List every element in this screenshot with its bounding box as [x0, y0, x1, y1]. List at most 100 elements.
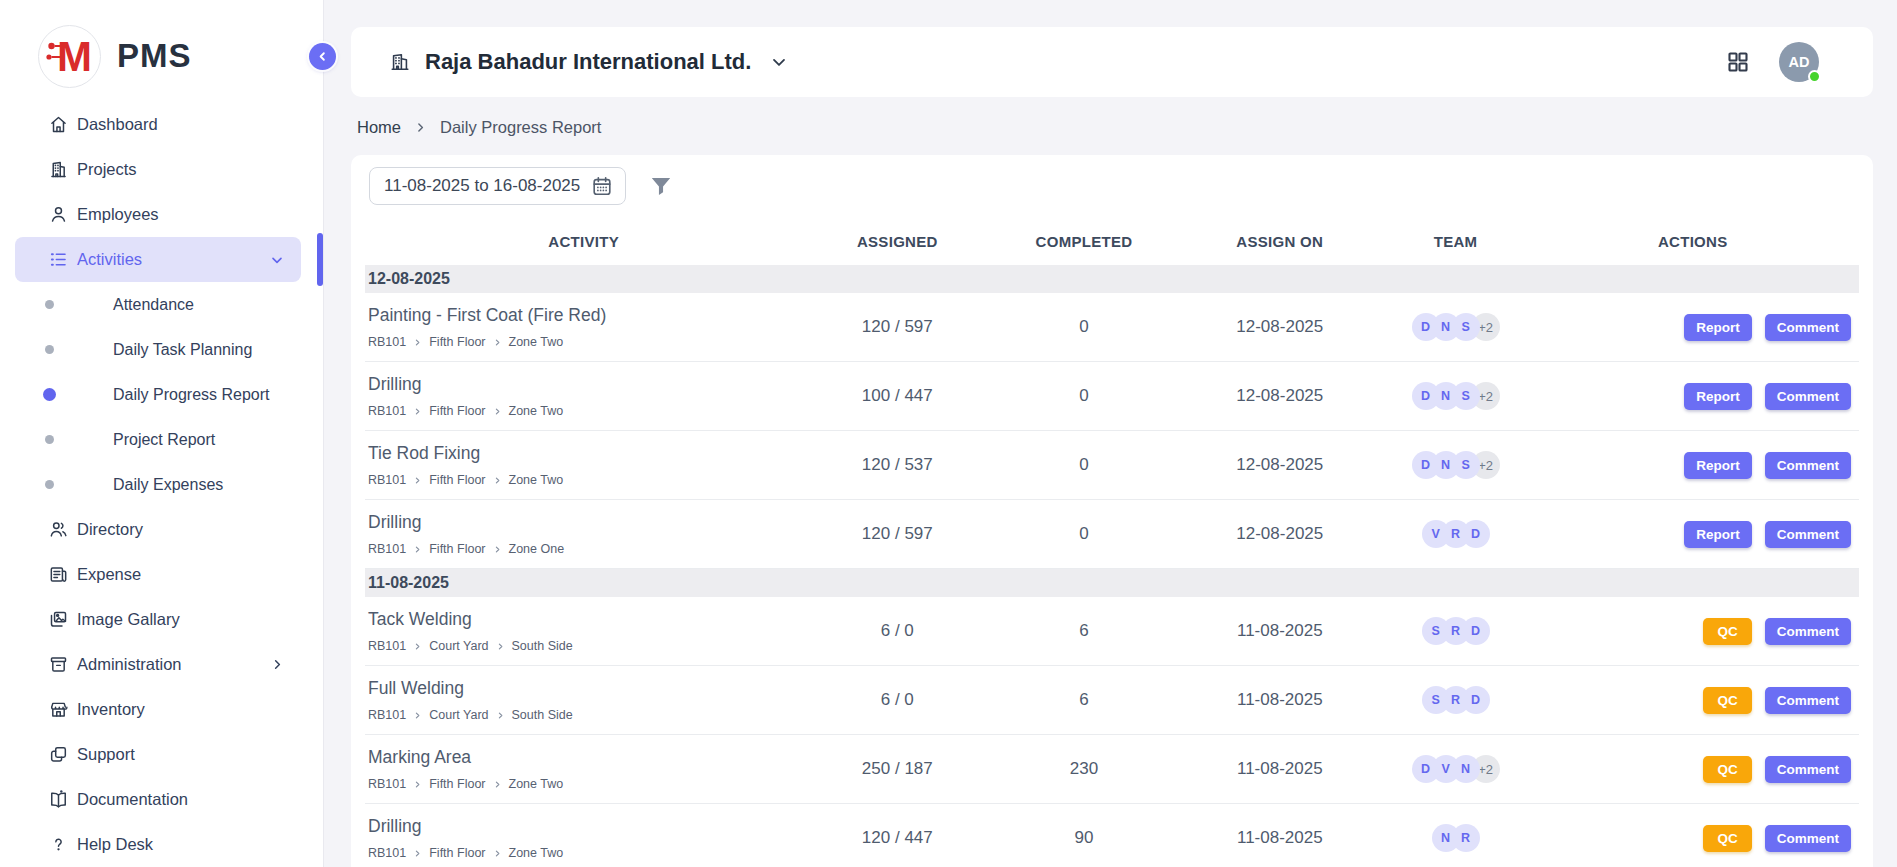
sidebar-item-documentation[interactable]: Documentation — [0, 777, 323, 822]
completed-value: 0 — [985, 524, 1183, 544]
sidebar-item-label: Help Desk — [77, 835, 153, 854]
sidebar-collapse-button[interactable] — [309, 43, 336, 70]
sidebar-item-label: Projects — [77, 160, 137, 179]
sidebar-item-help-desk[interactable]: Help Desk — [0, 822, 323, 867]
building-icon — [48, 159, 69, 180]
activity-path: RB101Fifth FloorZone Two — [368, 404, 799, 418]
sidebar-subitem-daily-expenses[interactable]: Daily Expenses — [0, 462, 323, 507]
qc-button[interactable]: QC — [1703, 618, 1751, 645]
activity-title: Painting - First Coat (Fire Red) — [368, 305, 799, 326]
sidebar-item-dashboard[interactable]: Dashboard — [0, 102, 323, 147]
qc-button[interactable]: QC — [1703, 756, 1751, 783]
date-range-input[interactable]: 11-08-2025 to 16-08-2025 — [369, 167, 626, 205]
avatar[interactable]: AD — [1779, 42, 1819, 82]
sidebar-subitem-label: Daily Task Planning — [113, 341, 252, 359]
completed-value: 6 — [985, 690, 1183, 710]
sidebar-item-inventory[interactable]: Inventory — [0, 687, 323, 732]
list-icon — [48, 249, 69, 270]
report-button[interactable]: Report — [1684, 314, 1752, 341]
activity-path: RB101Fifth FloorZone Two — [368, 473, 799, 487]
chevron-right-icon — [493, 338, 502, 347]
activity-path: RB101Fifth FloorZone One — [368, 542, 799, 556]
team-cell: SRD — [1377, 686, 1535, 714]
table-group-row: 12-08-2025 — [365, 265, 1859, 293]
chevron-right-icon — [493, 545, 502, 554]
qc-button[interactable]: QC — [1703, 687, 1751, 714]
report-button[interactable]: Report — [1684, 383, 1752, 410]
path-segment: Fifth Floor — [429, 404, 485, 418]
comment-button[interactable]: Comment — [1765, 756, 1851, 783]
activity-title: Marking Area — [368, 747, 799, 768]
group-date: 12-08-2025 — [368, 270, 450, 288]
path-segment: RB101 — [368, 404, 406, 418]
store-icon — [48, 699, 69, 720]
sidebar-subitem-attendance[interactable]: Attendance — [0, 282, 323, 327]
report-button[interactable]: Report — [1684, 521, 1752, 548]
completed-value: 230 — [985, 759, 1183, 779]
qc-button[interactable]: QC — [1703, 825, 1751, 852]
sidebar-subitem-daily-progress-report[interactable]: Daily Progress Report — [0, 372, 323, 417]
actions-cell: Report Comment — [1534, 314, 1859, 341]
filter-row: 11-08-2025 to 16-08-2025 — [365, 167, 1859, 205]
group-date: 11-08-2025 — [368, 574, 449, 592]
sidebar-item-projects[interactable]: Projects — [0, 147, 323, 192]
completed-value: 0 — [985, 386, 1183, 406]
sidebar-item-label: Dashboard — [77, 115, 158, 134]
comment-button[interactable]: Comment — [1765, 825, 1851, 852]
assign-on-value: 11-08-2025 — [1183, 828, 1377, 848]
sidebar-item-label: Activities — [77, 250, 142, 269]
comment-button[interactable]: Comment — [1765, 383, 1851, 410]
sidebar-item-employees[interactable]: Employees — [0, 192, 323, 237]
comment-button[interactable]: Comment — [1765, 521, 1851, 548]
chevron-down-icon — [769, 52, 789, 72]
chevron-right-icon — [413, 711, 422, 720]
actions-cell: QC Comment — [1534, 825, 1859, 852]
comment-button[interactable]: Comment — [1765, 687, 1851, 714]
filter-icon[interactable] — [648, 173, 674, 199]
comment-button[interactable]: Comment — [1765, 452, 1851, 479]
path-segment: South Side — [512, 639, 573, 653]
sidebar-item-label: Documentation — [77, 790, 188, 809]
comment-button[interactable]: Comment — [1765, 618, 1851, 645]
main-content: Raja Bahadur International Ltd. AD — [324, 0, 1897, 867]
assigned-value: 120 / 447 — [809, 828, 985, 848]
sidebar: M PMS DashboardProjectsEmployeesActiviti… — [0, 0, 324, 867]
chevron-right-icon — [496, 711, 505, 720]
sidebar-item-support[interactable]: Support — [0, 732, 323, 777]
sidebar-item-activities[interactable]: Activities — [0, 237, 323, 282]
path-segment: Court Yard — [429, 639, 488, 653]
apps-grid-icon[interactable] — [1726, 50, 1750, 74]
sidebar-subitem-project-report[interactable]: Project Report — [0, 417, 323, 462]
sidebar-item-directory[interactable]: Directory — [0, 507, 323, 552]
sidebar-item-administration[interactable]: Administration — [0, 642, 323, 687]
report-button[interactable]: Report — [1684, 452, 1752, 479]
breadcrumb-home[interactable]: Home — [357, 118, 401, 137]
table-header: ACTIVITYASSIGNEDCOMPLETEDASSIGN ONTEAMAC… — [365, 223, 1859, 259]
table-row: Full WeldingRB101Court YardSouth Side6 /… — [365, 666, 1859, 735]
sidebar-item-expense[interactable]: Expense — [0, 552, 323, 597]
sidebar-item-image-gallary[interactable]: Image Gallary — [0, 597, 323, 642]
company-selector[interactable]: Raja Bahadur International Ltd. — [389, 49, 789, 75]
sidebar-subitem-label: Project Report — [113, 431, 215, 449]
team-member-badge: S — [1422, 686, 1450, 714]
path-segment: Fifth Floor — [429, 335, 485, 349]
assigned-value: 120 / 537 — [809, 455, 985, 475]
assigned-value: 100 / 447 — [809, 386, 985, 406]
completed-value: 0 — [985, 455, 1183, 475]
activity-title: Drilling — [368, 816, 799, 837]
path-segment: South Side — [512, 708, 573, 722]
sidebar-item-label: Employees — [77, 205, 159, 224]
chevron-right-icon — [414, 121, 427, 134]
assign-on-value: 11-08-2025 — [1183, 759, 1377, 779]
activity-title: Tack Welding — [368, 609, 799, 630]
sidebar-subitem-daily-task-planning[interactable]: Daily Task Planning — [0, 327, 323, 372]
column-header-activity: ACTIVITY — [365, 233, 809, 250]
chevron-down-icon — [269, 252, 285, 268]
help-icon — [48, 834, 69, 855]
comment-button[interactable]: Comment — [1765, 314, 1851, 341]
table-row: Painting - First Coat (Fire Red)RB101Fif… — [365, 293, 1859, 362]
sidebar-item-label: Support — [77, 745, 135, 764]
table-row: DrillingRB101Fifth FloorZone One120 / 59… — [365, 500, 1859, 569]
assigned-value: 6 / 0 — [809, 621, 985, 641]
path-segment: Zone Two — [509, 846, 564, 860]
